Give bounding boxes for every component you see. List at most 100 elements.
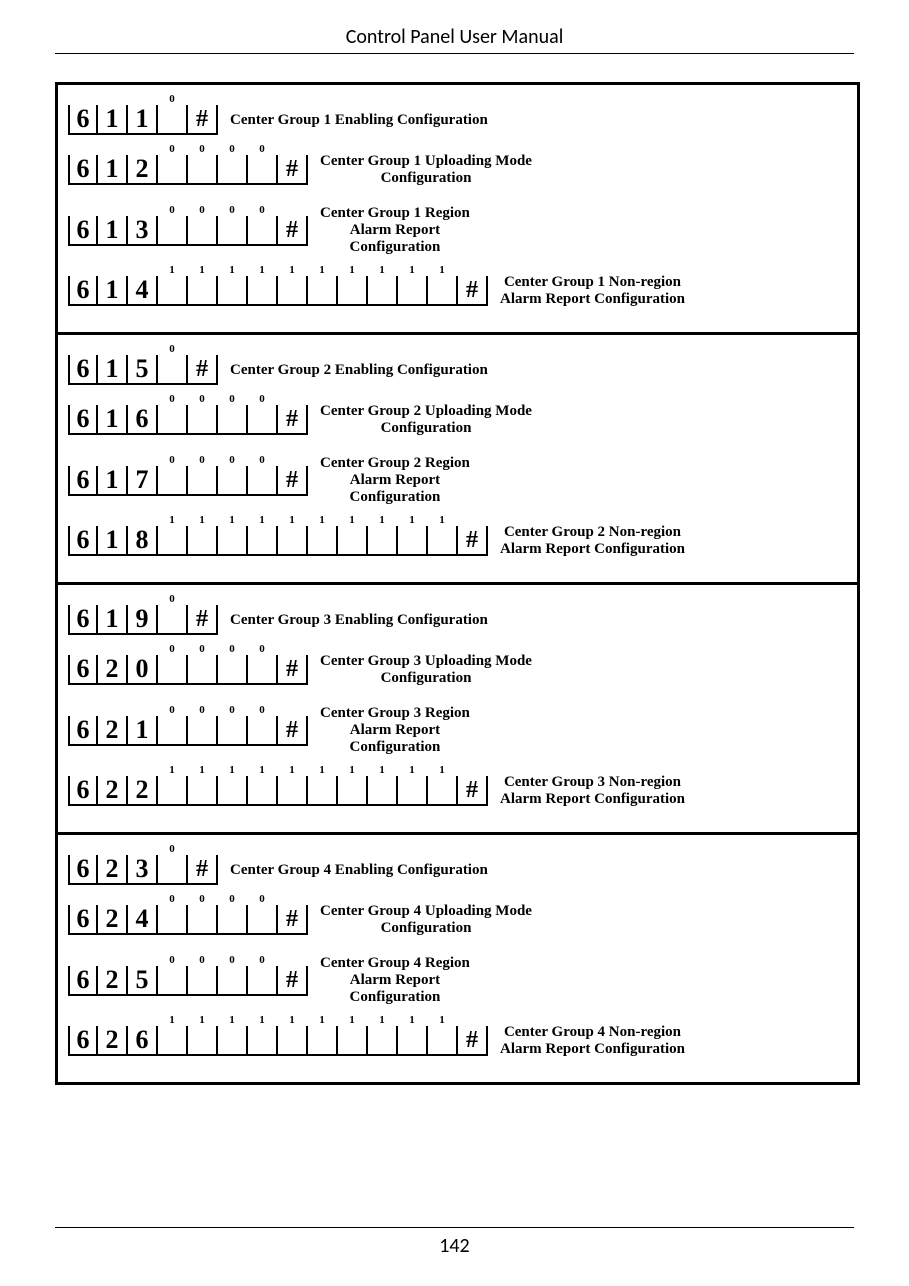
default-value: 1 <box>398 264 426 276</box>
default-value: 0 <box>248 393 276 405</box>
default-value: 1 <box>278 264 306 276</box>
row-description: Center Group 2 Non-regionAlarm Report Co… <box>500 524 685 558</box>
row-description: Center Group 1 Uploading ModeConfigurati… <box>320 153 532 187</box>
value-cell: 0 <box>248 155 278 185</box>
hash-terminator: # <box>458 776 488 806</box>
default-value: 0 <box>248 204 276 216</box>
default-value: 0 <box>248 704 276 716</box>
value-cell: 0 <box>248 716 278 746</box>
hash-terminator: # <box>188 605 218 635</box>
code-digit: 9 <box>128 605 158 635</box>
default-value: 1 <box>188 514 216 526</box>
config-row: 6160000#Center Group 2 Uploading ModeCon… <box>68 403 847 437</box>
default-value: 0 <box>218 204 246 216</box>
default-value: 1 <box>218 514 246 526</box>
row-description: Center Group 3 Non-regionAlarm Report Co… <box>500 774 685 808</box>
value-cell: 1 <box>158 526 188 556</box>
code-digit: 5 <box>128 355 158 385</box>
value-cell: 0 <box>248 905 278 935</box>
default-value: 0 <box>158 843 186 855</box>
code-digit: 6 <box>68 155 98 185</box>
row-description: Center Group 4 Enabling Configuration <box>230 862 488 879</box>
value-cell: 1 <box>428 1026 458 1056</box>
default-value: 1 <box>398 1014 426 1026</box>
cell-group: 6160000# <box>68 405 308 435</box>
hash-terminator: # <box>278 405 308 435</box>
default-value: 1 <box>338 264 366 276</box>
default-value: 1 <box>308 264 336 276</box>
default-value: 0 <box>188 704 216 716</box>
code-digit: 1 <box>98 466 128 496</box>
config-row: 6250000#Center Group 4 RegionAlarm Repor… <box>68 955 847 1006</box>
value-cell: 0 <box>218 155 248 185</box>
hash-terminator: # <box>188 105 218 135</box>
value-cell: 0 <box>218 216 248 246</box>
default-value: 0 <box>158 704 186 716</box>
value-cell: 1 <box>428 526 458 556</box>
default-value: 0 <box>158 393 186 405</box>
row-description: Center Group 3 RegionAlarm ReportConfigu… <box>320 705 470 756</box>
value-cell: 1 <box>158 276 188 306</box>
default-value: 0 <box>218 704 246 716</box>
default-value: 1 <box>308 1014 336 1026</box>
cell-group: 6130000# <box>68 216 308 246</box>
code-digit: 1 <box>98 405 128 435</box>
cell-group: 6150# <box>68 355 218 385</box>
config-row: 6210000# Center Group 3 RegionAlarm Repor… <box>68 705 847 756</box>
code-digit: 8 <box>128 526 158 556</box>
value-cell: 1 <box>398 1026 428 1056</box>
default-value: 0 <box>188 643 216 655</box>
code-digit: 6 <box>68 776 98 806</box>
code-digit: 5 <box>128 966 158 996</box>
default-value: 0 <box>158 93 186 105</box>
value-cell: 0 <box>158 355 188 385</box>
value-cell: 1 <box>248 1026 278 1056</box>
hash-terminator: # <box>278 216 308 246</box>
value-cell: 1 <box>368 526 398 556</box>
config-row: 6141111111111#Center Group 1 Non-regionA… <box>68 274 847 308</box>
default-value: 0 <box>158 593 186 605</box>
default-value: 0 <box>248 893 276 905</box>
config-row: 6230#Center Group 4 Enabling Configurati… <box>68 855 847 885</box>
value-cell: 0 <box>218 655 248 685</box>
value-cell: 1 <box>278 1026 308 1056</box>
default-value: 1 <box>218 264 246 276</box>
cell-group: 6221111111111# <box>68 776 488 806</box>
code-digit: 6 <box>68 216 98 246</box>
value-cell: 1 <box>278 526 308 556</box>
cell-group: 6200000# <box>68 655 308 685</box>
code-digit: 1 <box>128 105 158 135</box>
value-cell: 1 <box>188 776 218 806</box>
value-cell: 1 <box>278 276 308 306</box>
code-digit: 4 <box>128 276 158 306</box>
value-cell: 0 <box>158 216 188 246</box>
value-cell: 1 <box>428 276 458 306</box>
code-digit: 1 <box>98 605 128 635</box>
config-row: 6150#Center Group 2 Enabling Configurati… <box>68 355 847 385</box>
code-digit: 3 <box>128 216 158 246</box>
code-digit: 2 <box>128 155 158 185</box>
value-cell: 0 <box>158 405 188 435</box>
value-cell: 1 <box>218 776 248 806</box>
default-value: 1 <box>248 514 276 526</box>
cell-group: 6210000# <box>68 716 308 746</box>
value-cell: 0 <box>248 466 278 496</box>
value-cell: 1 <box>248 526 278 556</box>
config-row: 6221111111111#Center Group 3 Non-regionA… <box>68 774 847 808</box>
hash-terminator: # <box>278 905 308 935</box>
value-cell: 0 <box>158 105 188 135</box>
hash-terminator: # <box>278 655 308 685</box>
row-description: Center Group 1 RegionAlarm ReportConfigu… <box>320 205 470 256</box>
value-cell: 0 <box>188 216 218 246</box>
code-digit: 6 <box>68 966 98 996</box>
value-cell: 1 <box>158 1026 188 1056</box>
value-cell: 0 <box>158 466 188 496</box>
default-value: 1 <box>278 514 306 526</box>
code-digit: 6 <box>68 405 98 435</box>
code-digit: 2 <box>98 855 128 885</box>
code-digit: 6 <box>68 526 98 556</box>
code-digit: 3 <box>128 855 158 885</box>
cell-group: 6261111111111# <box>68 1026 488 1056</box>
code-digit: 1 <box>98 155 128 185</box>
value-cell: 1 <box>308 526 338 556</box>
